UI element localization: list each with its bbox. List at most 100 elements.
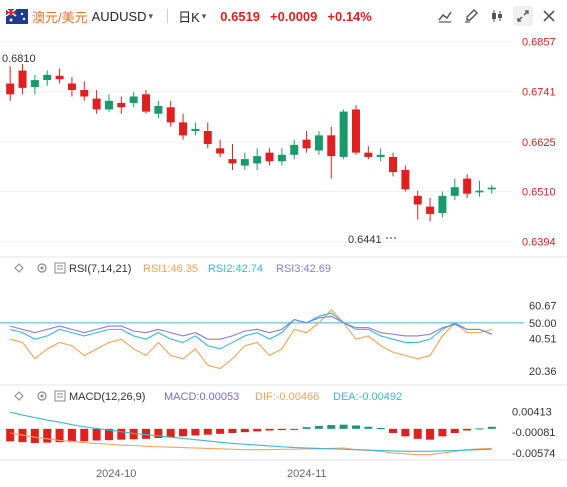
candle-body <box>463 178 472 194</box>
indicator-menu-icon[interactable] <box>54 390 66 402</box>
candle-body <box>18 70 27 88</box>
macd-bar <box>327 425 336 429</box>
macd-bar <box>30 428 39 443</box>
candle-body <box>228 159 237 164</box>
candle-body <box>6 83 15 95</box>
candle-body <box>376 154 385 157</box>
rsi-legend: RSI(7,14,21) RSI1:46.35 RSI2:42.74 RSI3:… <box>14 262 331 275</box>
rsi1-value: RSI1:46.35 <box>143 263 198 275</box>
candle-body <box>104 100 113 110</box>
x-tick-label: 2024-10 <box>96 468 136 480</box>
macd-axis: 0.00413 -0.00081 -0.00574 <box>512 407 555 460</box>
rsi2-value: RSI2:42.74 <box>208 263 263 275</box>
high-annotation: 0.6810 <box>2 53 36 65</box>
eye-icon[interactable] <box>14 263 24 273</box>
macd-bar <box>401 428 410 437</box>
candle-body <box>191 128 200 132</box>
rsi-line-rsi1 <box>10 308 492 370</box>
macd-bar <box>117 428 126 440</box>
candle-body <box>290 144 299 155</box>
rsi3-value: RSI3:42.69 <box>276 263 331 275</box>
candle-body <box>413 195 422 205</box>
price-tick-label: 0.6741 <box>522 87 556 99</box>
macd-bar <box>240 428 249 433</box>
candlestick-series <box>6 64 496 222</box>
macd-bar <box>179 428 188 437</box>
macd-bar <box>290 428 299 430</box>
rsi-axis: 60.67 50.00 40.51 20.36 <box>529 300 557 378</box>
macd-bar <box>277 428 286 431</box>
price-tick-label: 0.6857 <box>522 37 556 49</box>
macd-bar <box>413 428 422 439</box>
macd-tick-label: 0.00413 <box>512 407 552 419</box>
eye-icon[interactable] <box>14 391 24 401</box>
macd-tick-label: -0.00574 <box>512 448 555 460</box>
rsi-tick-label: 40.51 <box>529 333 557 345</box>
macd-legend: MACD(12,26,9) MACD:0.00053 DIF:-0.00466 … <box>14 390 402 403</box>
rsi-tick-label: 50.00 <box>529 318 557 330</box>
candle-body <box>166 107 175 123</box>
candle-body <box>426 206 435 214</box>
macd-histogram <box>6 424 496 443</box>
indicator-settings-icon[interactable] <box>37 391 47 401</box>
indicator-menu-icon[interactable] <box>54 262 66 274</box>
macd-bar <box>203 428 212 435</box>
candle-body <box>253 156 262 164</box>
indicator-settings-icon[interactable] <box>37 263 47 273</box>
rsi-series <box>0 308 524 370</box>
macd-bar <box>80 428 89 442</box>
macd-bar <box>351 425 360 429</box>
macd-bar <box>426 428 435 440</box>
macd-title: MACD(12,26,9) <box>69 391 145 403</box>
price-axis: 0.6857 0.6741 0.6625 0.6510 0.6394 <box>522 37 556 249</box>
candle-body <box>142 94 151 112</box>
candle-body <box>475 190 484 193</box>
macd-bar <box>339 424 348 429</box>
candle-body <box>80 90 89 97</box>
price-tick-label: 0.6625 <box>522 137 556 149</box>
macd-bar <box>216 428 225 434</box>
candle-body <box>339 111 348 157</box>
macd-bar <box>67 428 76 442</box>
candle-body <box>55 75 64 80</box>
candle-body <box>92 98 101 110</box>
candle-body <box>179 122 188 136</box>
candle-body <box>216 148 225 154</box>
dea-value: DEA:-0.00492 <box>333 391 402 403</box>
macd-bar <box>265 428 274 431</box>
macd-bar <box>364 426 373 429</box>
macd-bar <box>302 427 311 429</box>
candle-body <box>450 187 459 196</box>
macd-bar <box>43 428 52 443</box>
macd-bar <box>450 428 459 433</box>
macd-value: MACD:0.00053 <box>164 391 239 403</box>
low-annotation: 0.6441 <box>348 234 382 246</box>
candle-body <box>30 80 39 87</box>
rsi-tick-label: 60.67 <box>529 300 557 312</box>
candle-body <box>302 139 311 149</box>
candle-body <box>67 83 76 90</box>
rsi-tick-label: 20.36 <box>529 366 557 378</box>
candle-body <box>240 159 249 166</box>
macd-bar <box>314 425 323 429</box>
macd-bar <box>92 428 101 441</box>
macd-bar <box>475 428 484 430</box>
candle-body <box>327 135 336 157</box>
price-tick-label: 0.6510 <box>522 187 556 199</box>
macd-bar <box>191 428 200 436</box>
candle-body <box>43 74 52 81</box>
rsi-title: RSI(7,14,21) <box>69 263 131 275</box>
dif-value: DIF:-0.00466 <box>255 391 319 403</box>
gridlines <box>0 41 512 243</box>
x-tick-label: 2024-11 <box>287 468 327 480</box>
candle-body <box>351 109 360 153</box>
price-tick-label: 0.6394 <box>522 237 556 249</box>
candle-body <box>401 169 410 190</box>
macd-bar <box>376 428 385 429</box>
candle-body <box>438 195 447 214</box>
chart-canvas[interactable]: 0.6857 0.6741 0.6625 0.6510 0.6394 0.6810 0.… <box>0 0 567 487</box>
macd-bar <box>389 428 398 433</box>
candle-body <box>129 96 138 103</box>
candle-body <box>487 187 496 190</box>
candle-body <box>117 102 126 108</box>
